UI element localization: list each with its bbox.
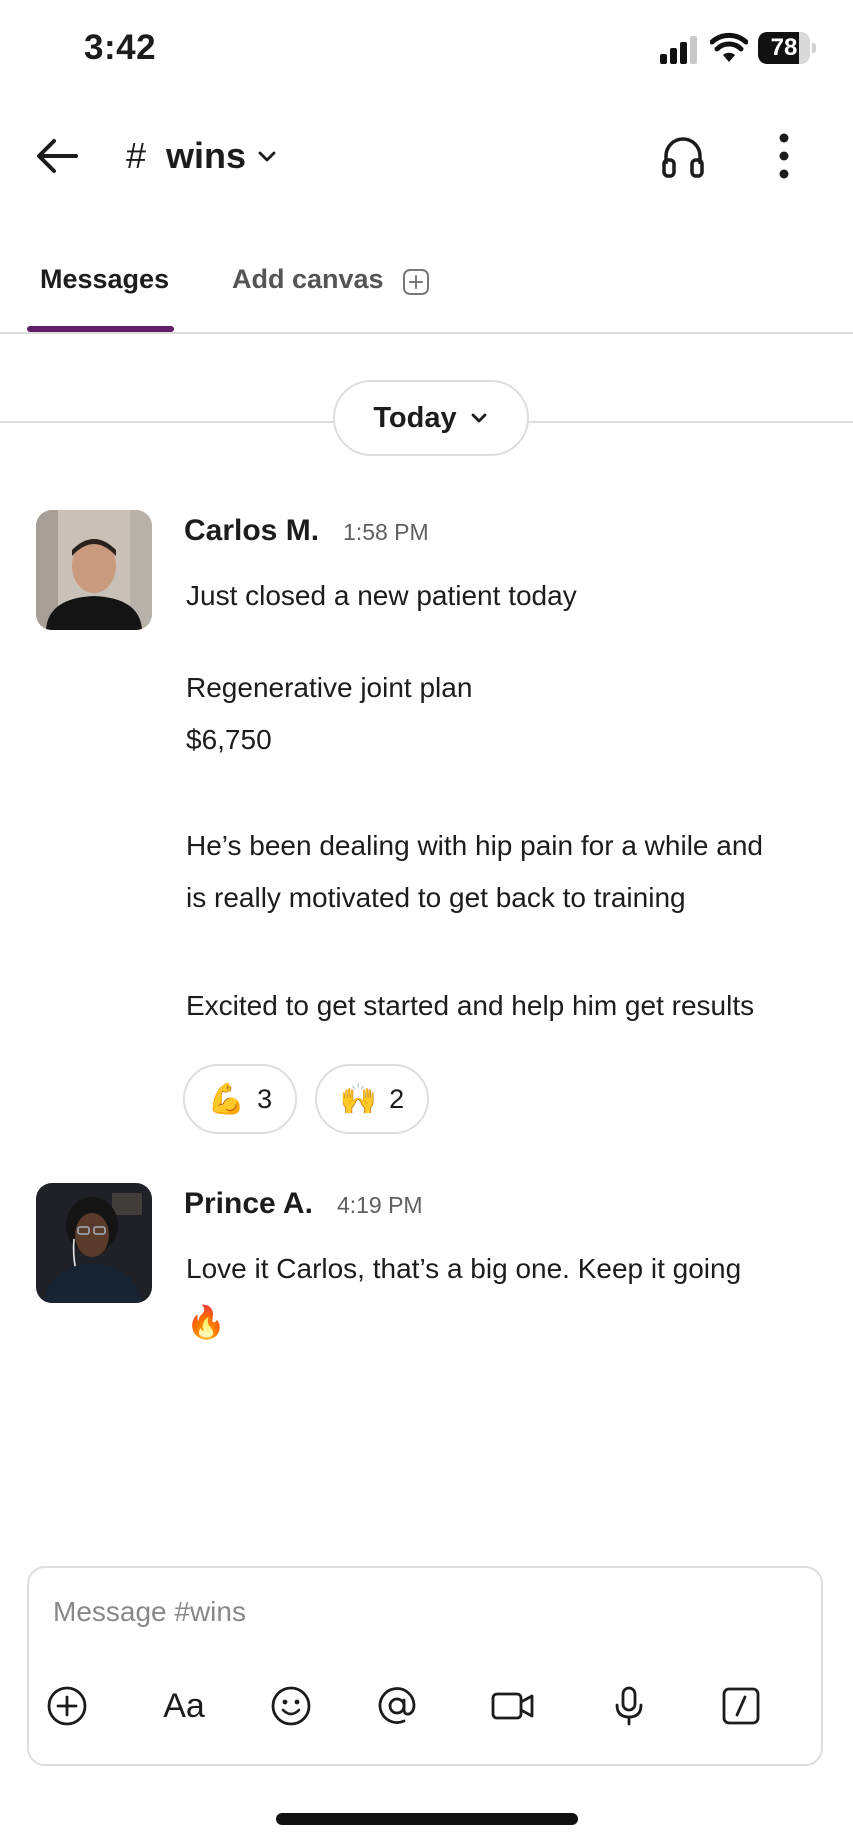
channel-header: # wins xyxy=(0,110,853,200)
battery-nub xyxy=(812,43,816,53)
raising-hands-emoji-icon: 🙌 xyxy=(339,1082,378,1116)
message-text-line: Excited to get started and help him get … xyxy=(186,990,755,1021)
date-jump-button[interactable]: Today xyxy=(333,380,529,456)
avatar[interactable] xyxy=(36,1183,152,1303)
tab-messages[interactable]: Messages xyxy=(40,264,169,295)
battery-level: 78 xyxy=(770,34,798,61)
tab-add-canvas[interactable]: Add canvas xyxy=(232,264,384,295)
channel-name: wins xyxy=(166,135,247,176)
avatar[interactable] xyxy=(36,510,152,630)
message-author[interactable]: Carlos M. xyxy=(184,514,319,548)
message-item[interactable]: Prince A. 4:19 PM Love it Carlos, that’s… xyxy=(0,1183,853,1363)
audio-clip-button[interactable] xyxy=(607,1684,651,1728)
wifi-icon xyxy=(710,32,748,62)
message-timestamp: 1:58 PM xyxy=(343,519,429,545)
more-options-icon[interactable] xyxy=(766,130,802,182)
reaction-button[interactable]: 💪 3 xyxy=(183,1064,297,1134)
chevron-down-icon xyxy=(258,151,276,162)
message-text-line: is really motivated to get back to train… xyxy=(186,882,686,913)
message-header: Carlos M. 1:58 PM xyxy=(184,514,429,548)
chevron-down-icon xyxy=(471,413,487,423)
message-author[interactable]: Prince A. xyxy=(184,1187,313,1221)
cellular-signal-icon xyxy=(660,36,697,64)
message-item[interactable]: Carlos M. 1:58 PM Just closed a new pati… xyxy=(0,510,853,1140)
add-icon xyxy=(47,1686,87,1726)
text-format-button[interactable]: Aa xyxy=(154,1684,214,1728)
emoji-icon xyxy=(271,1686,311,1726)
message-input[interactable] xyxy=(53,1590,793,1634)
emoji-button[interactable] xyxy=(269,1684,313,1728)
message-text-line: Regenerative joint plan xyxy=(186,672,473,703)
reaction-count: 3 xyxy=(257,1083,273,1114)
message-header: Prince A. 4:19 PM xyxy=(184,1187,423,1221)
avatar-image xyxy=(36,1183,152,1303)
message-text-line: Just closed a new patient today xyxy=(186,580,577,611)
slash-command-button[interactable] xyxy=(719,1684,763,1728)
screen: 3:42 78 # wins Messages Add canvas Today… xyxy=(0,0,853,1844)
back-arrow-icon[interactable] xyxy=(32,130,84,182)
headphones-icon[interactable] xyxy=(658,130,708,182)
status-bar: 3:42 78 xyxy=(0,0,853,100)
battery-indicator: 78 xyxy=(758,32,816,64)
slash-command-icon xyxy=(722,1687,760,1725)
message-text-line: $6,750 xyxy=(186,724,272,755)
message-text-line: He’s been dealing with hip pain for a wh… xyxy=(186,830,763,861)
home-indicator xyxy=(276,1813,578,1825)
status-time: 3:42 xyxy=(84,28,157,67)
reaction-count: 2 xyxy=(389,1083,405,1114)
video-clip-button[interactable] xyxy=(489,1684,537,1728)
video-icon xyxy=(491,1692,534,1720)
battery-body: 78 xyxy=(758,32,810,64)
message-composer: Aa xyxy=(27,1566,823,1766)
add-canvas-icon[interactable] xyxy=(402,268,430,296)
channel-title-button[interactable]: # wins xyxy=(126,130,278,182)
message-timestamp: 4:19 PM xyxy=(336,1192,423,1218)
format-text-icon: Aa xyxy=(163,1686,205,1725)
mention-icon xyxy=(378,1687,416,1724)
microphone-icon xyxy=(615,1686,643,1726)
message-text-line: Love it Carlos, that’s a big one. Keep i… xyxy=(186,1253,742,1284)
channel-tabs: Messages Add canvas xyxy=(0,250,853,334)
avatar-image xyxy=(36,510,152,630)
mention-button[interactable] xyxy=(375,1684,419,1728)
add-attachment-button[interactable] xyxy=(45,1684,89,1728)
date-divider: Today xyxy=(0,380,853,456)
flexed-biceps-emoji-icon: 💪 xyxy=(207,1082,246,1116)
reaction-button[interactable]: 🙌 2 xyxy=(315,1064,429,1134)
channel-hash: # xyxy=(126,135,147,176)
date-label: Today xyxy=(373,401,457,434)
active-tab-indicator xyxy=(27,326,174,332)
fire-emoji-icon: 🔥 xyxy=(186,1304,226,1340)
